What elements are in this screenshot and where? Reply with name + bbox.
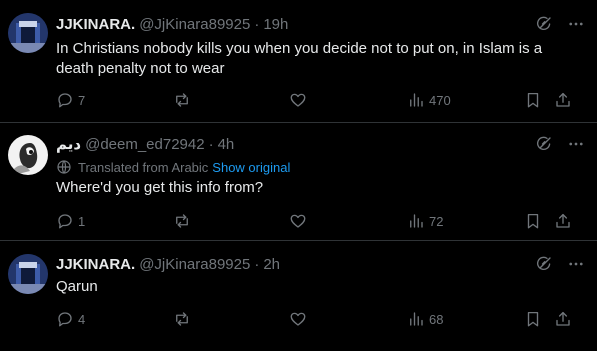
more-options-icon[interactable]	[567, 15, 585, 33]
bookmark-icon	[527, 92, 539, 108]
reply-count: 1	[78, 213, 86, 229]
view-count: 72	[429, 213, 444, 229]
repost-button[interactable]	[173, 91, 191, 109]
bookmark-icon	[527, 213, 539, 229]
separator-dot: ·	[254, 255, 260, 273]
repost-icon	[176, 312, 188, 326]
reply-button[interactable]: 1	[56, 212, 85, 230]
tweet-text: In Christians nobody kills you when you …	[56, 40, 543, 77]
heart-icon	[290, 93, 306, 107]
views-button[interactable]: 72	[407, 212, 443, 230]
like-button[interactable]	[289, 91, 307, 109]
views-button[interactable]: 68	[407, 310, 443, 328]
share-button[interactable]	[554, 310, 572, 328]
user-handle[interactable]: @JjKinara89925	[139, 16, 250, 33]
tweet-2[interactable]: ديم @deem_ed72942 · 4h Translated from A…	[0, 123, 597, 241]
separator-dot: ·	[254, 15, 260, 33]
reply-icon	[58, 312, 72, 327]
display-name[interactable]: JJKINARA.	[56, 256, 135, 273]
bookmark-button[interactable]	[524, 310, 542, 328]
display-name[interactable]: JJKINARA.	[56, 16, 135, 33]
reply-button[interactable]: 7	[56, 91, 85, 109]
like-button[interactable]	[289, 212, 307, 230]
more-options-icon[interactable]	[567, 135, 585, 153]
tweet-1[interactable]: JJKINARA. @JjKinara89925 · 19h In Christ…	[0, 0, 597, 123]
user-handle[interactable]: @deem_ed72942	[85, 136, 205, 153]
tweet-text: Where'd you get this info from?	[56, 179, 264, 196]
bookmark-button[interactable]	[524, 212, 542, 230]
views-button[interactable]: 470	[407, 91, 451, 109]
reply-count: 7	[78, 92, 86, 108]
translate-icon	[57, 160, 71, 174]
repost-button[interactable]	[173, 310, 191, 328]
bookmark-icon	[527, 311, 539, 327]
grok-icon[interactable]	[535, 15, 553, 33]
reply-icon	[58, 93, 72, 108]
more-options-icon[interactable]	[567, 255, 585, 273]
avatar[interactable]	[8, 254, 48, 294]
tweet-3[interactable]: JJKINARA. @JjKinara89925 · 2h Qarun 4 68	[0, 241, 597, 351]
show-original-link[interactable]: Show original	[212, 160, 290, 175]
timestamp[interactable]: 19h	[263, 16, 288, 33]
analytics-icon	[410, 93, 423, 107]
user-handle[interactable]: @JjKinara89925	[139, 256, 250, 273]
share-button[interactable]	[554, 212, 572, 230]
avatar[interactable]	[8, 13, 48, 53]
translated-label: Translated from Arabic	[78, 159, 209, 175]
share-button[interactable]	[554, 91, 572, 109]
avatar[interactable]	[8, 135, 48, 175]
view-count: 68	[429, 311, 444, 327]
share-icon	[556, 92, 570, 107]
repost-icon	[176, 214, 188, 228]
heart-icon	[290, 312, 306, 326]
display-name[interactable]: ديم	[56, 135, 81, 153]
share-icon	[556, 311, 570, 326]
analytics-icon	[410, 214, 423, 228]
bookmark-button[interactable]	[524, 91, 542, 109]
view-count: 470	[429, 92, 451, 108]
reply-icon	[58, 214, 72, 229]
timestamp[interactable]: 4h	[218, 136, 235, 153]
like-button[interactable]	[289, 310, 307, 328]
grok-icon[interactable]	[535, 135, 553, 153]
repost-button[interactable]	[173, 212, 191, 230]
separator-dot: ·	[208, 135, 214, 153]
share-icon	[556, 213, 570, 228]
timestamp[interactable]: 2h	[263, 256, 280, 273]
grok-icon[interactable]	[535, 255, 553, 273]
reply-count: 4	[78, 311, 86, 327]
analytics-icon	[410, 312, 423, 326]
repost-icon	[176, 93, 188, 107]
heart-icon	[290, 214, 306, 228]
reply-button[interactable]: 4	[56, 310, 85, 328]
tweet-text: Qarun	[56, 278, 98, 295]
